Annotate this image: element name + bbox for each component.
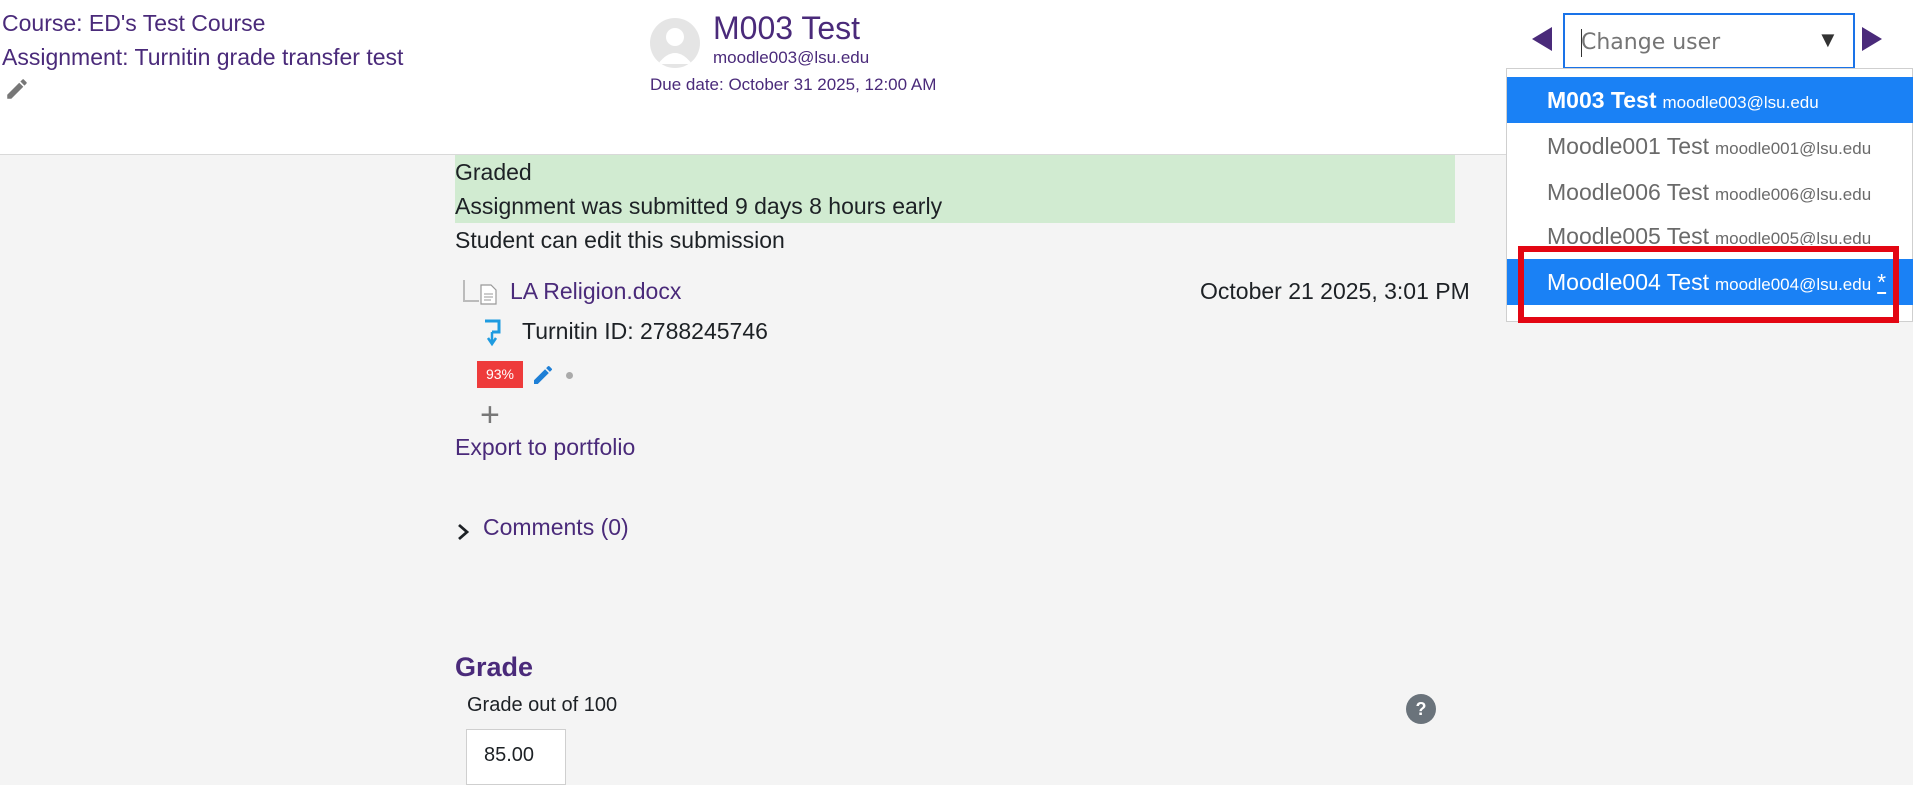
plus-icon[interactable]: + [480,398,500,432]
next-user-icon[interactable] [1858,22,1886,56]
comments-link[interactable]: Comments (0) [483,514,629,541]
grade-heading: Grade [455,652,534,682]
file-date: October 21 2025, 3:01 PM [1200,278,1470,304]
dropdown-item-email: moodle005@lsu.edu [1714,229,1872,245]
assignment-link[interactable]: Assignment: Turnitin grade transfer test [2,40,403,74]
highlight-annotation-box [1518,246,1899,323]
dropdown-item-moodle006[interactable]: Moodle006 Test moodle006@lsu.edu [1507,169,1913,215]
file-tree-connector [463,280,479,302]
course-link[interactable]: Course: ED's Test Course [2,6,265,40]
dropdown-item-name: Moodle005 Test [1547,223,1709,245]
dropdown-item-email: moodle001@lsu.edu [1714,139,1872,158]
export-portfolio-link[interactable]: Export to portfolio [455,434,635,461]
file-link[interactable]: LA Religion.docx [510,278,681,305]
due-date: Due date: October 31 2025, 12:00 AM [650,75,937,94]
status-submitted-early: Assignment was submitted 9 days 8 hours … [455,193,943,219]
previous-user-icon[interactable] [1528,22,1556,56]
dropdown-item-moodle001[interactable]: Moodle001 Test moodle001@lsu.edu [1507,123,1913,169]
grade-label: Grade out of 100 [467,694,618,716]
turnitin-id: Turnitin ID: 2788245746 [522,318,768,344]
dropdown-item-name: Moodle001 Test [1547,133,1709,159]
change-user-select[interactable]: ▼ [1563,13,1855,69]
change-user-input[interactable] [1581,27,1801,57]
chevron-down-icon[interactable]: ▼ [1817,27,1839,53]
edit-pencil-icon[interactable] [531,363,555,387]
dropdown-item-moodle005[interactable]: Moodle005 Test moodle005@lsu.edu [1507,215,1913,245]
status-can-edit: Student can edit this submission [455,227,785,253]
help-icon[interactable]: ? [1406,694,1436,724]
dropdown-item-name: Moodle006 Test [1547,179,1709,205]
avatar [650,18,700,68]
similarity-score-badge[interactable]: 93% [477,361,523,388]
turnitin-icon [485,319,501,347]
dropdown-item-name: M003 Test [1547,87,1657,113]
document-icon [480,284,497,305]
dropdown-item-email: moodle003@lsu.edu [1662,93,1819,112]
dropdown-item-email: moodle006@lsu.edu [1714,185,1872,204]
text-caret [1581,29,1582,57]
status-dot-icon [566,372,573,379]
status-graded: Graded [455,159,532,185]
pencil-icon[interactable] [4,76,30,102]
user-email: moodle003@lsu.edu [713,48,870,67]
dropdown-item-m003[interactable]: M003 Test moodle003@lsu.edu [1507,77,1913,123]
user-silhouette-icon [658,28,692,64]
chevron-right-icon[interactable] [455,522,471,542]
user-name[interactable]: M003 Test [713,10,860,47]
